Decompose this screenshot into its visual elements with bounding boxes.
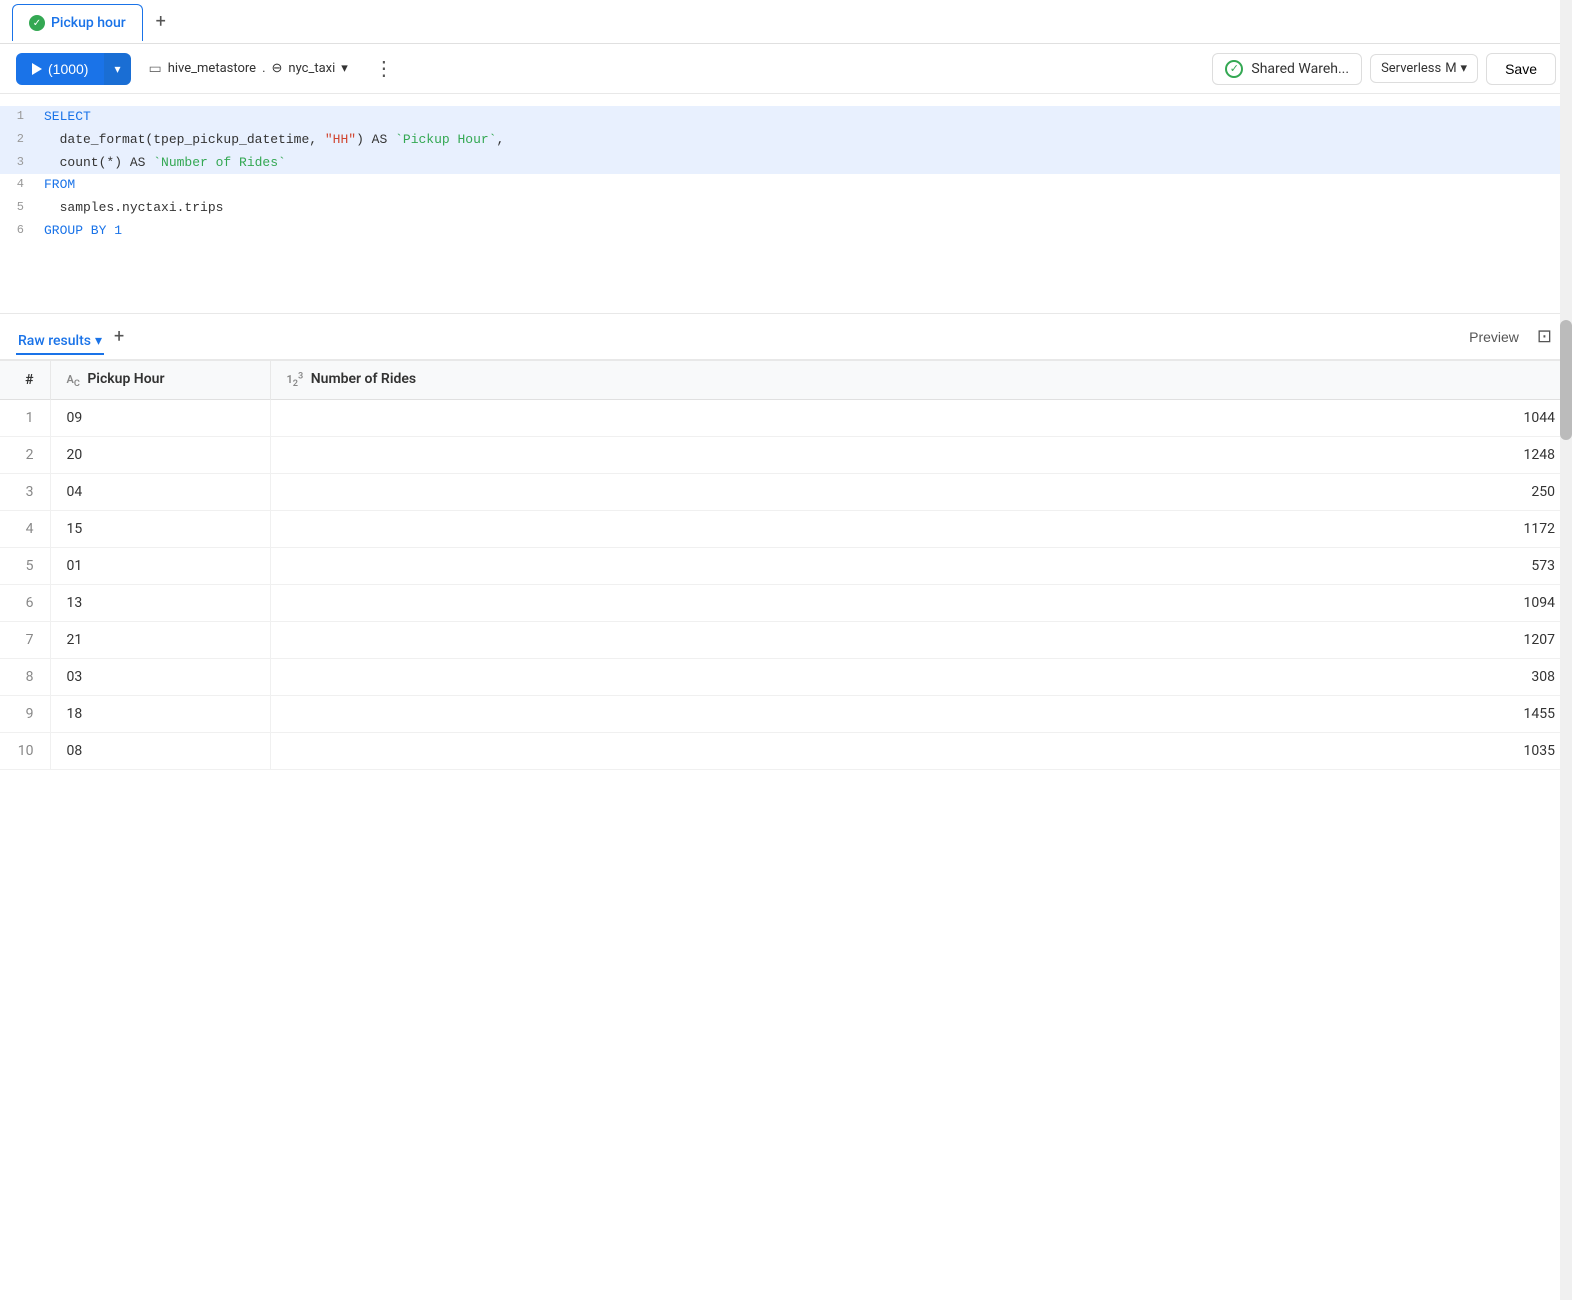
table-row: 1 09 1044 [0,400,1572,437]
cell-pickup-hour: 09 [50,400,270,437]
table-row: 4 15 1172 [0,511,1572,548]
cell-pickup-hour: 15 [50,511,270,548]
code-line-2: 2 date_format(tpep_pickup_datetime, "HH"… [0,129,1572,152]
number-type-icon: 123 [287,373,304,386]
tab-pickup-hour[interactable]: ✓ Pickup hour [12,4,143,41]
cell-pickup-hour: 08 [50,733,270,770]
cell-index: 4 [0,511,50,548]
cell-index: 7 [0,622,50,659]
table-row: 2 20 1248 [0,437,1572,474]
run-button[interactable]: (1000) [16,53,104,85]
cell-index: 3 [0,474,50,511]
cell-pickup-hour: 20 [50,437,270,474]
cell-pickup-hour: 01 [50,548,270,585]
cell-num-rides: 573 [270,548,1572,585]
table-row: 10 08 1035 [0,733,1572,770]
cell-index: 5 [0,548,50,585]
cell-num-rides: 1044 [270,400,1572,437]
database-selector[interactable]: ▭ hive_metastore . ⊖ nyc_taxi ▾ [139,55,358,83]
size-label: Serverless [1381,61,1441,76]
scrollbar-track[interactable] [1560,0,1572,1300]
scrollbar-thumb[interactable] [1560,320,1572,440]
code-line-4: 4 FROM [0,174,1572,197]
cell-index: 8 [0,659,50,696]
more-options-button[interactable]: ⋮ [366,52,404,85]
run-dropdown-button[interactable]: ▾ [104,53,130,85]
hive-icon: ▭ [149,61,162,77]
tab-bar: ✓ Pickup hour + [0,0,1572,44]
add-tab-button[interactable]: + [147,8,175,36]
tab-check-icon: ✓ [29,15,45,31]
add-results-tab-button[interactable]: + [110,326,128,347]
warehouse-label: Shared Wareh... [1251,61,1349,77]
raw-results-tab[interactable]: Raw results ▾ [16,329,104,355]
cell-index: 6 [0,585,50,622]
code-line-3: 3 count(*) AS `Number of Rides` [0,152,1572,175]
results-tab-chevron-icon: ▾ [95,333,102,349]
size-value: M [1445,61,1456,76]
toolbar: (1000) ▾ ▭ hive_metastore . ⊖ nyc_taxi ▾… [0,44,1572,94]
cell-index: 2 [0,437,50,474]
cell-pickup-hour: 03 [50,659,270,696]
results-table-wrapper: # AC Pickup Hour 123 Number of Rides 1 0… [0,361,1572,770]
cell-num-rides: 250 [270,474,1572,511]
table-row: 7 21 1207 [0,622,1572,659]
col-header-num-rides[interactable]: 123 Number of Rides [270,361,1572,400]
size-selector[interactable]: Serverless M ▾ [1370,54,1478,83]
cell-num-rides: 1455 [270,696,1572,733]
play-icon [32,63,42,75]
table-header-row: # AC Pickup Hour 123 Number of Rides [0,361,1572,400]
cell-pickup-hour: 04 [50,474,270,511]
cell-num-rides: 1172 [270,511,1572,548]
size-chevron-icon: ▾ [1461,61,1468,76]
db-chevron-icon: ▾ [341,61,348,76]
raw-results-label: Raw results [18,333,91,349]
warehouse-selector[interactable]: ✓ Shared Wareh... [1212,53,1362,85]
save-button[interactable]: Save [1486,53,1556,85]
chevron-down-icon: ▾ [114,62,120,76]
code-line-1: 1 SELECT [0,106,1572,129]
table-row: 9 18 1455 [0,696,1572,733]
cell-index: 10 [0,733,50,770]
results-toolbar: Raw results ▾ + Preview ⊡ [0,314,1572,361]
db-store-label: hive_metastore [168,61,256,76]
col-header-pickup-hour[interactable]: AC Pickup Hour [50,361,270,400]
cell-num-rides: 1035 [270,733,1572,770]
table-row: 8 03 308 [0,659,1572,696]
col-header-index: # [0,361,50,400]
code-line-6: 6 GROUP BY 1 [0,220,1572,243]
table-row: 6 13 1094 [0,585,1572,622]
cell-pickup-hour: 13 [50,585,270,622]
table-row: 5 01 573 [0,548,1572,585]
cell-num-rides: 1207 [270,622,1572,659]
cell-num-rides: 1248 [270,437,1572,474]
cell-num-rides: 308 [270,659,1572,696]
table-row: 3 04 250 [0,474,1572,511]
db-name-label: nyc_taxi [288,61,335,76]
cell-pickup-hour: 18 [50,696,270,733]
cell-num-rides: 1094 [270,585,1572,622]
tab-label: Pickup hour [51,15,126,31]
results-panel: Raw results ▾ + Preview ⊡ # AC Pickup Ho… [0,314,1572,770]
preview-button[interactable]: Preview [1461,325,1527,349]
layout-button[interactable]: ⊡ [1533,322,1556,351]
warehouse-status-icon: ✓ [1225,60,1243,78]
string-type-icon: AC [67,373,80,386]
cell-index: 9 [0,696,50,733]
run-button-group: (1000) ▾ [16,53,131,85]
code-line-5: 5 samples.nyctaxi.trips [0,197,1572,220]
cell-index: 1 [0,400,50,437]
code-editor[interactable]: 1 SELECT 2 date_format(tpep_pickup_datet… [0,94,1572,314]
results-table: # AC Pickup Hour 123 Number of Rides 1 0… [0,361,1572,770]
schema-icon: ⊖ [272,61,283,76]
run-label: (1000) [48,61,88,77]
dot-separator: . [262,61,265,76]
cell-pickup-hour: 21 [50,622,270,659]
